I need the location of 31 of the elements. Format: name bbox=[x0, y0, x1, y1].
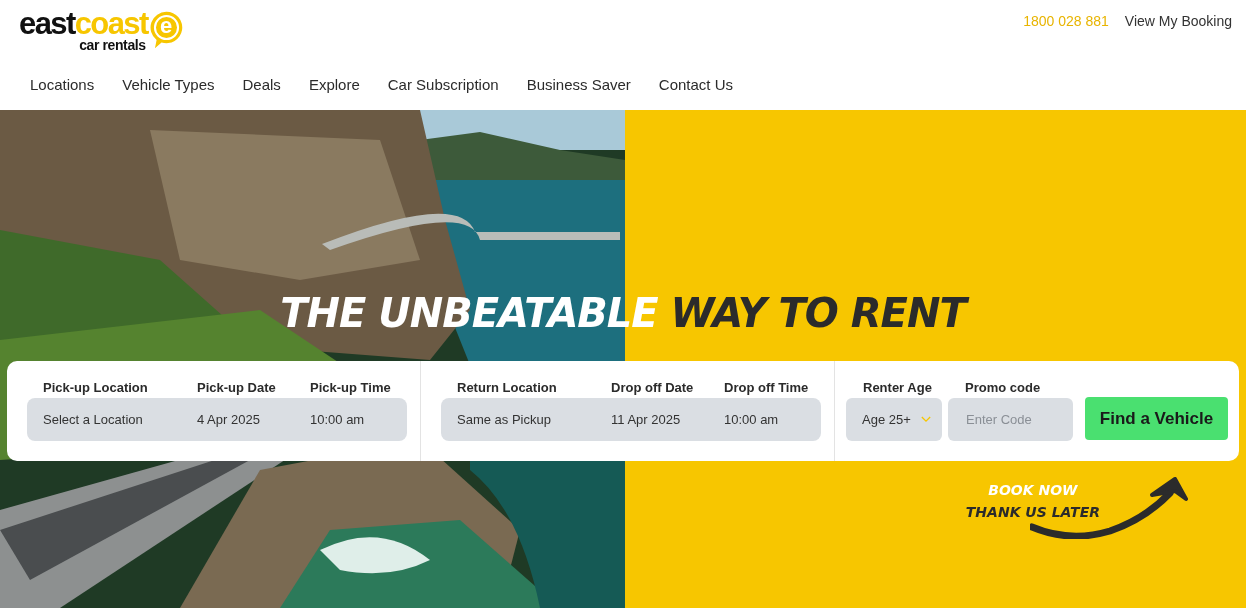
field-label: Promo code bbox=[964, 380, 1042, 397]
booking-link[interactable]: View My Booking bbox=[1124, 13, 1232, 29]
field-label: Drop off Date bbox=[611, 380, 695, 397]
field-label: Pick-up Time bbox=[310, 380, 392, 397]
location-select[interactable]: Select a Location bbox=[43, 412, 197, 427]
nav-link[interactable]: Car Subscription bbox=[387, 76, 499, 93]
logo-wordmark[interactable]: eastcoast bbox=[19, 10, 148, 38]
time-select[interactable]: 10:00 am bbox=[724, 412, 821, 427]
field-label: Renter Age bbox=[862, 380, 933, 397]
time-select[interactable]: 10:00 am bbox=[310, 412, 407, 427]
date-picker[interactable]: 4 Apr 2025 bbox=[197, 412, 310, 427]
logo-tagline: car rentals bbox=[79, 38, 146, 52]
promo-code-field[interactable]: Enter Code bbox=[948, 398, 1073, 441]
nav-link[interactable]: Vehicle Types bbox=[122, 76, 215, 93]
cta-text: THANK US LATER bbox=[965, 503, 1100, 522]
find-vehicle-button[interactable]: Find a Vehicle bbox=[1085, 397, 1228, 440]
nav-link[interactable]: Contact Us bbox=[658, 76, 734, 93]
chevron-down-icon bbox=[920, 416, 931, 423]
field-label: Drop off Time bbox=[724, 380, 810, 397]
field-label: Pick-up Date bbox=[197, 380, 277, 397]
nav-link[interactable]: Business Saver bbox=[526, 76, 631, 93]
nav-link[interactable]: Explore bbox=[308, 76, 360, 93]
field-label: Return Location bbox=[457, 380, 558, 397]
location-select[interactable]: Same as Pickup bbox=[457, 412, 611, 427]
cta-text: BOOK NOW bbox=[988, 481, 1078, 500]
logo-badge: e bbox=[149, 10, 183, 50]
field-label: Pick-up Location bbox=[43, 380, 149, 397]
date-picker[interactable]: 11 Apr 2025 bbox=[611, 412, 724, 427]
age-select[interactable]: Age 25+ bbox=[846, 398, 942, 441]
nav-link[interactable]: Locations bbox=[30, 76, 95, 93]
nav-link[interactable]: Deals bbox=[242, 76, 281, 93]
